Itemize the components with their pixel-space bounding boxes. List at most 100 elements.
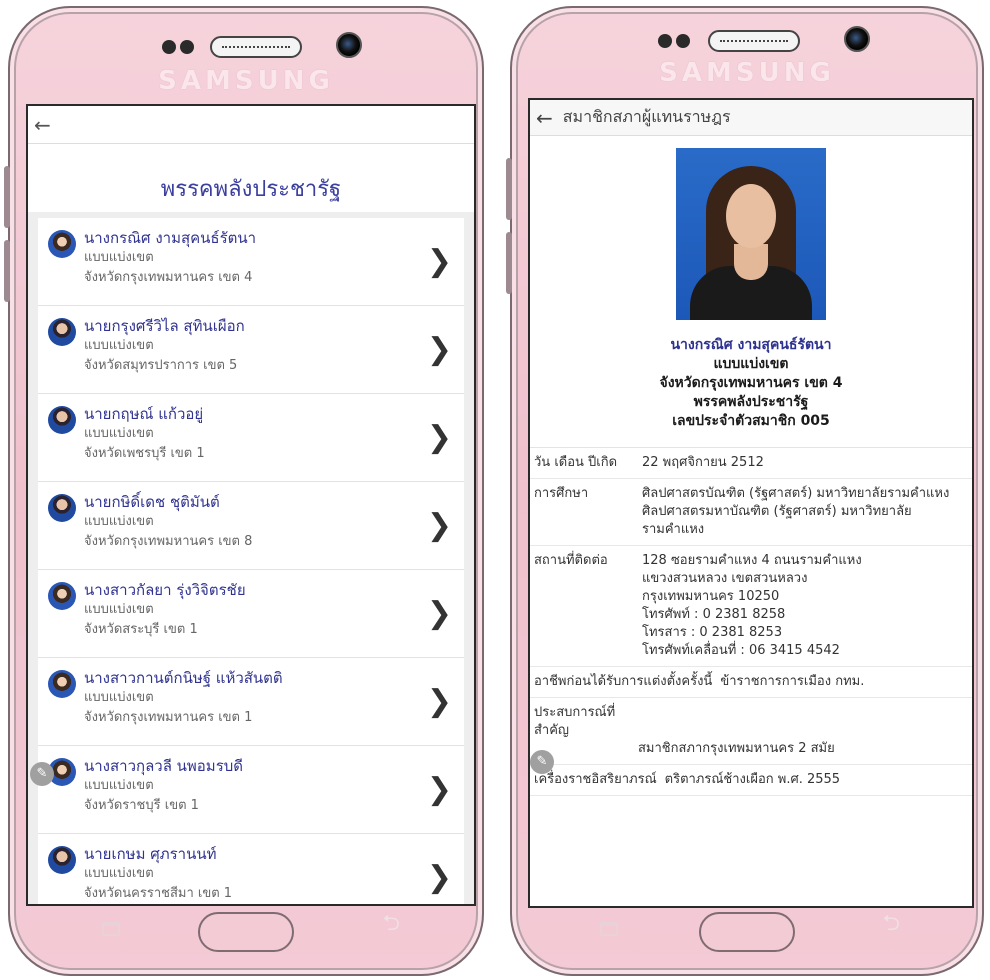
list-item[interactable]: นางสาวกัลยา รุ่งวิจิตรชัย แบบแบ่งเขต จัง… <box>38 570 464 658</box>
front-camera <box>844 26 870 52</box>
recent-apps-icon[interactable] <box>600 922 618 936</box>
member-name: นายเกษม ศุภรานนท์ <box>84 845 217 863</box>
phone-frame-left: SAMSUNG ← พรรคพลังประชารัฐ นางกรณิศ งามส… <box>4 6 484 976</box>
avatar <box>48 230 76 258</box>
back-key-icon[interactable]: ⮌ <box>382 906 400 944</box>
avatar <box>48 846 76 874</box>
member-area: จังหวัดเพชรบุรี เขต 1 <box>84 446 205 461</box>
education-row: การศึกษา ศิลปศาสตรบัณฑิต (รัฐศาสตร์) มหา… <box>530 479 972 546</box>
top-bar: ← สมาชิกสภาผู้แทนราษฎร <box>530 100 972 136</box>
list-item[interactable]: นายกรุงศรีวิไล สุทินเผือก แบบแบ่งเขต จัง… <box>38 306 464 394</box>
back-key-icon[interactable]: ⮌ <box>882 906 900 944</box>
member-type: แบบแบ่งเขต <box>84 690 154 705</box>
member-area: จังหวัดราชบุรี เขต 1 <box>84 798 199 813</box>
contact-mobile: โทรศัพท์เคลื่อนที่ : 06 3415 4542 <box>642 643 840 658</box>
brand-logo: SAMSUNG <box>158 66 334 96</box>
chevron-right-icon[interactable]: ❯ <box>427 684 452 719</box>
list-item[interactable]: นายเกษม ศุภรานนท์ แบบแบ่งเขต จังหวัดนครร… <box>38 834 464 904</box>
pencil-icon[interactable]: ✎ <box>30 762 54 786</box>
earpiece-speaker <box>708 30 800 52</box>
profile-summary: นางกรณิศ งามสุคนธ์รัตนา แบบแบ่งเขต จังหว… <box>530 336 972 431</box>
pencil-icon[interactable]: ✎ <box>530 750 554 774</box>
phone-frame-right: SAMSUNG ← สมาชิกสภาผู้แทนราษฎร นางกรณิศ … <box>506 6 984 976</box>
occupation-row: อาชีพก่อนได้รับการแต่งตั้งครั้งนี้ ข้ารา… <box>530 667 972 698</box>
member-type: แบบแบ่งเขต <box>84 426 154 441</box>
list-item[interactable]: นายกฤษณ์ แก้วอยู่ แบบแบ่งเขต จังหวัดเพชร… <box>38 394 464 482</box>
member-type: แบบแบ่งเขต <box>84 778 154 793</box>
member-name: นางสาวกานต์กนิษฐ์ แห้วสันตติ <box>84 669 283 687</box>
decoration-row: เครื่องราชอิสริยาภรณ์ ตริตาภรณ์ช้างเผือก… <box>530 765 972 796</box>
chevron-right-icon[interactable]: ❯ <box>427 244 452 279</box>
home-button[interactable] <box>699 912 795 952</box>
list-item[interactable]: นายกษิดิ์เดช ชุติมันต์ แบบแบ่งเขต จังหวั… <box>38 482 464 570</box>
education-line: รามคำแหง <box>642 522 705 537</box>
detail-table: วัน เดือน ปีเกิด 22 พฤศจิกายน 2512 การศึ… <box>530 447 972 796</box>
volume-button <box>4 166 10 228</box>
member-photo <box>676 148 826 320</box>
chevron-right-icon[interactable]: ❯ <box>427 860 452 895</box>
member-name: นางกรณิศ งามสุคนธ์รัตนา <box>84 229 257 247</box>
proximity-sensor <box>676 34 690 48</box>
recent-apps-icon[interactable] <box>102 922 120 936</box>
profile-type: แบบแบ่งเขต <box>713 356 789 372</box>
member-area: จังหวัดสระบุรี เขต 1 <box>84 622 198 637</box>
back-arrow-icon[interactable]: ← <box>34 113 51 137</box>
birth-label: วัน เดือน ปีเกิด <box>534 455 618 470</box>
screen-title: สมาชิกสภาผู้แทนราษฎร <box>562 107 731 126</box>
member-name: นางสาวกุลวลี นพอมรบดี <box>84 757 244 775</box>
contact-row: สถานที่ติดต่อ 128 ซอยรามคำแหง 4 ถนนรามคำ… <box>530 546 972 667</box>
party-title: พรรคพลังประชารัฐ <box>160 177 342 202</box>
volume-button <box>506 158 512 220</box>
decoration-label: เครื่องราชอิสริยาภรณ์ <box>534 772 657 787</box>
back-arrow-icon[interactable]: ← <box>536 106 553 130</box>
member-area: จังหวัดนครราชสีมา เขต 1 <box>84 886 233 901</box>
list-item[interactable]: นางสาวกุลวลี นพอมรบดี แบบแบ่งเขต จังหวัด… <box>38 746 464 834</box>
member-list: นางกรณิศ งามสุคนธ์รัตนา แบบแบ่งเขต จังหว… <box>28 212 474 904</box>
list-item[interactable]: นางกรณิศ งามสุคนธ์รัตนา แบบแบ่งเขต จังหว… <box>38 218 464 306</box>
volume-button <box>4 240 10 302</box>
birth-value: 22 พฤศจิกายน 2512 <box>642 455 764 470</box>
profile-name: นางกรณิศ งามสุคนธ์รัตนา <box>670 337 832 353</box>
home-button[interactable] <box>198 912 294 952</box>
education-label: การศึกษา <box>534 486 589 501</box>
decoration-value: ตริตาภรณ์ช้างเผือก พ.ศ. 2555 <box>664 772 841 787</box>
member-type: แบบแบ่งเขต <box>84 250 154 265</box>
member-name: นายกษิดิ์เดช ชุติมันต์ <box>84 493 220 511</box>
member-area: จังหวัดกรุงเทพมหานคร เขต 4 <box>84 270 253 285</box>
proximity-sensor <box>658 34 672 48</box>
chevron-right-icon[interactable]: ❯ <box>427 596 452 631</box>
app-screen-right: ← สมาชิกสภาผู้แทนราษฎร นางกรณิศ งามสุคนธ… <box>528 98 974 908</box>
chevron-right-icon[interactable]: ❯ <box>427 772 452 807</box>
front-camera <box>336 32 362 58</box>
occupation-label: อาชีพก่อนได้รับการแต่งตั้งครั้งนี้ <box>534 674 713 689</box>
education-line: ศิลปศาสตรบัณฑิต (รัฐศาสตร์) มหาวิทยาลัยร… <box>642 486 950 501</box>
volume-button <box>506 232 512 294</box>
experience-row: ประสบการณ์ที่สำคัญ สมาชิกสภากรุงเทพมหานค… <box>530 698 972 765</box>
contact-line: กรุงเทพมหานคร 10250 <box>642 589 780 604</box>
chevron-right-icon[interactable]: ❯ <box>427 332 452 367</box>
proximity-sensor <box>162 40 176 54</box>
list-item[interactable]: นางสาวกานต์กนิษฐ์ แห้วสันตติ แบบแบ่งเขต … <box>38 658 464 746</box>
avatar <box>48 582 76 610</box>
member-type: แบบแบ่งเขต <box>84 338 154 353</box>
earpiece-speaker <box>210 36 302 58</box>
chevron-right-icon[interactable]: ❯ <box>427 420 452 455</box>
top-bar: ← <box>28 106 474 144</box>
contact-phone: โทรศัพท์ : 0 2381 8258 <box>642 607 786 622</box>
profile-party: พรรคพลังประชารัฐ <box>693 394 809 410</box>
occupation-value: ข้าราชการการเมือง กทม. <box>720 674 865 689</box>
profile-member-no: เลขประจำตัวสมาชิก 005 <box>672 413 830 429</box>
member-type: แบบแบ่งเขต <box>84 602 154 617</box>
birth-row: วัน เดือน ปีเกิด 22 พฤศจิกายน 2512 <box>530 448 972 479</box>
contact-line: แขวงสวนหลวง เขตสวนหลวง <box>642 571 808 586</box>
avatar <box>48 318 76 346</box>
member-area: จังหวัดกรุงเทพมหานคร เขต 1 <box>84 710 253 725</box>
avatar <box>48 494 76 522</box>
brand-logo: SAMSUNG <box>659 58 835 88</box>
app-screen-left: ← พรรคพลังประชารัฐ นางกรณิศ งามสุคนธ์รัต… <box>26 104 476 906</box>
member-area: จังหวัดกรุงเทพมหานคร เขต 8 <box>84 534 253 549</box>
chevron-right-icon[interactable]: ❯ <box>427 508 452 543</box>
contact-line: 128 ซอยรามคำแหง 4 ถนนรามคำแหง <box>642 553 862 568</box>
proximity-sensor <box>180 40 194 54</box>
experience-label: ประสบการณ์ที่สำคัญ <box>534 705 616 738</box>
